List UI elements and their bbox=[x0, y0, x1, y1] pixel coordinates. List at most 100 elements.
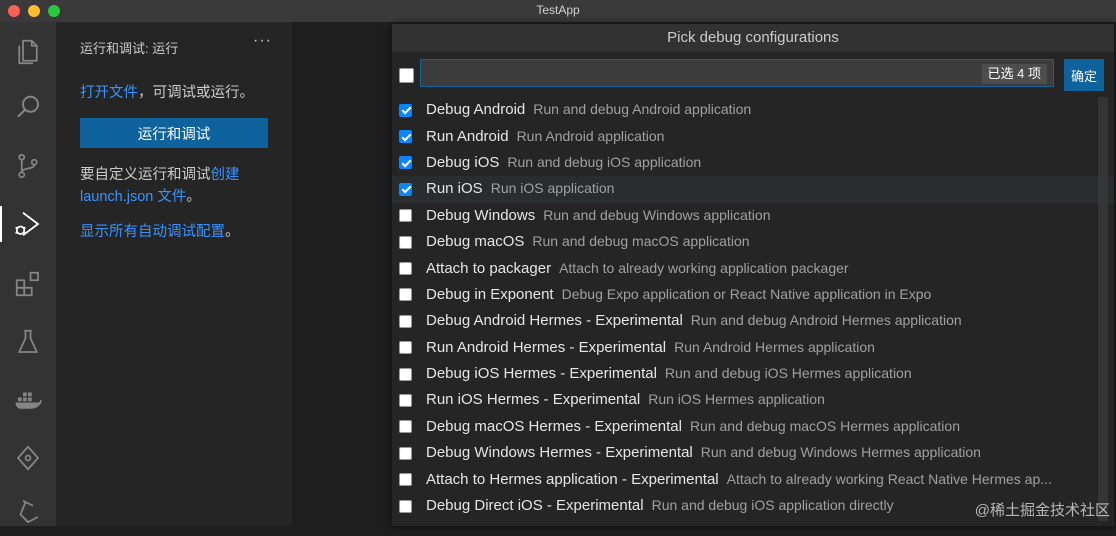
item-text: Debug Android Hermes - Experimental Run a… bbox=[426, 312, 1090, 330]
list-item[interactable]: Debug macOS Run and debug macOS applicati… bbox=[392, 229, 1114, 255]
item-text: Debug Windows Run and debug Windows appli… bbox=[426, 207, 1090, 225]
item-text: Run iOS Hermes - Experimental Run iOS Her… bbox=[426, 391, 1090, 409]
explorer-icon[interactable] bbox=[0, 28, 56, 76]
item-label: Debug Windows Hermes - Experimental bbox=[426, 444, 693, 462]
list-item[interactable]: Debug macOS Hermes - Experimental Run and… bbox=[392, 414, 1114, 440]
list-item[interactable]: Run Android Run Android application bbox=[392, 123, 1114, 149]
list-item[interactable]: Attach to packager Attach to already work… bbox=[392, 255, 1114, 281]
item-checkbox[interactable] bbox=[399, 103, 412, 117]
quick-pick: Pick debug configurations 已选 4 项 确定 Debu… bbox=[392, 24, 1114, 526]
quick-pick-title: Pick debug configurations bbox=[392, 24, 1114, 52]
item-text: Debug macOS Hermes - Experimental Run and… bbox=[426, 418, 1090, 436]
item-label: Debug macOS bbox=[426, 233, 525, 251]
item-text: Debug macOS Run and debug macOS applicati… bbox=[426, 233, 1090, 251]
item-description: Attach to already working React Native H… bbox=[726, 470, 1052, 487]
list-item[interactable]: Debug in Exponent Debug Expo application … bbox=[392, 282, 1114, 308]
item-checkbox[interactable] bbox=[399, 473, 412, 487]
item-checkbox[interactable] bbox=[399, 341, 412, 355]
watermark: @稀土掘金技术社区 bbox=[974, 502, 1110, 519]
item-description: Run and debug iOS application directly bbox=[651, 497, 894, 514]
item-checkbox[interactable] bbox=[399, 209, 412, 223]
item-description: Attach to already working application pa… bbox=[559, 259, 849, 276]
show-all-text: 显示所有自动调试配置。 bbox=[80, 224, 240, 240]
item-text: Run Android Hermes - Experimental Run And… bbox=[426, 339, 1090, 357]
item-label: Debug Android bbox=[426, 101, 526, 119]
item-description: Run Android Hermes application bbox=[674, 338, 875, 355]
list-item[interactable]: Debug Windows Hermes - Experimental Run a… bbox=[392, 440, 1114, 466]
item-label: Attach to packager bbox=[426, 259, 552, 277]
item-checkbox[interactable] bbox=[399, 182, 412, 196]
list-item[interactable]: Debug Android Run and debug Android appli… bbox=[392, 97, 1114, 123]
item-label: Run Android Hermes - Experimental bbox=[426, 338, 667, 356]
list-item[interactable]: Debug iOS Run and debug iOS application bbox=[392, 150, 1114, 176]
selected-count-badge: 已选 4 项 bbox=[981, 64, 1047, 84]
quick-pick-input[interactable]: 已选 4 项 bbox=[420, 59, 1054, 87]
item-description: Run and debug iOS Hermes application bbox=[664, 365, 912, 382]
item-checkbox[interactable] bbox=[399, 130, 412, 144]
gitlens-icon[interactable] bbox=[0, 434, 56, 482]
item-text: Run iOS Run iOS application bbox=[426, 180, 1090, 198]
item-text: Debug iOS Hermes - Experimental Run and d… bbox=[426, 365, 1090, 383]
list-item[interactable]: Run Android Hermes - Experimental Run And… bbox=[392, 335, 1114, 361]
list-item[interactable]: Run iOS Hermes - Experimental Run iOS Her… bbox=[392, 387, 1114, 413]
item-description: Run Android application bbox=[516, 127, 665, 144]
item-checkbox[interactable] bbox=[399, 156, 412, 170]
item-checkbox[interactable] bbox=[399, 288, 412, 302]
item-text: Debug in Exponent Debug Expo application … bbox=[426, 286, 1090, 304]
item-description: Run and debug macOS application bbox=[532, 233, 750, 250]
item-text: Run Android Run Android application bbox=[426, 128, 1090, 146]
item-description: Run iOS application bbox=[490, 180, 615, 197]
list-item[interactable]: Debug iOS Hermes - Experimental Run and d… bbox=[392, 361, 1114, 387]
item-label: Run iOS Hermes - Experimental bbox=[426, 391, 641, 409]
item-text: Attach to packager Attach to already work… bbox=[426, 260, 1090, 278]
item-text: Debug Windows Hermes - Experimental Run a… bbox=[426, 444, 1090, 462]
source-control-icon[interactable] bbox=[0, 142, 56, 190]
item-label: Debug in Exponent bbox=[426, 285, 554, 303]
item-description: Run and debug Windows Hermes application bbox=[700, 444, 981, 461]
search-icon[interactable] bbox=[0, 84, 56, 132]
testing-icon[interactable] bbox=[0, 318, 56, 366]
item-checkbox[interactable] bbox=[399, 262, 412, 276]
item-description: Run and debug Windows application bbox=[543, 206, 771, 223]
item-description: Run iOS Hermes application bbox=[648, 391, 825, 408]
item-checkbox[interactable] bbox=[399, 446, 412, 460]
list-item[interactable]: Debug Android Hermes - Experimental Run a… bbox=[392, 308, 1114, 334]
title-bar: TestApp bbox=[0, 0, 1116, 23]
ok-button[interactable]: 确定 bbox=[1064, 59, 1104, 91]
quick-pick-list: Debug Android Run and debug Android appli… bbox=[392, 97, 1114, 519]
list-scrollbar[interactable] bbox=[1098, 97, 1108, 521]
flask-icon[interactable] bbox=[0, 488, 56, 536]
item-checkbox[interactable] bbox=[399, 420, 412, 434]
list-item[interactable]: Run iOS Run iOS application bbox=[392, 176, 1114, 203]
item-checkbox[interactable] bbox=[399, 235, 412, 249]
select-all-checkbox[interactable] bbox=[399, 68, 414, 83]
activity-bar bbox=[0, 22, 56, 526]
list-item[interactable]: Attach to Hermes application - Experimen… bbox=[392, 466, 1114, 492]
docker-icon[interactable] bbox=[0, 376, 56, 424]
run-debug-sidebar: 运行和调试: 运行 ··· 打开文件，可调试或运行。 运行和调试 要自定义运行和… bbox=[56, 22, 292, 526]
open-file-text: 打开文件，可调试或运行。 bbox=[80, 85, 254, 101]
item-checkbox[interactable] bbox=[399, 499, 412, 513]
item-description: Run and debug macOS Hermes application bbox=[689, 417, 960, 434]
item-text: Debug iOS Run and debug iOS application bbox=[426, 154, 1090, 172]
item-text: Debug Android Run and debug Android appli… bbox=[426, 101, 1090, 119]
run-and-debug-button[interactable]: 运行和调试 bbox=[80, 118, 268, 148]
run-debug-icon[interactable] bbox=[0, 200, 56, 248]
window-title: TestApp bbox=[536, 3, 580, 17]
item-checkbox[interactable] bbox=[399, 367, 412, 381]
item-label: Debug iOS bbox=[426, 153, 500, 171]
item-checkbox[interactable] bbox=[399, 393, 412, 407]
item-label: Run iOS bbox=[426, 180, 483, 198]
more-actions-icon[interactable]: ··· bbox=[253, 32, 272, 50]
extensions-icon[interactable] bbox=[0, 260, 56, 308]
item-label: Debug Direct iOS - Experimental bbox=[426, 497, 644, 515]
item-label: Run Android bbox=[426, 127, 509, 145]
sidebar-title: 运行和调试: 运行 bbox=[80, 41, 179, 56]
item-text: Attach to Hermes application - Experimen… bbox=[426, 471, 1090, 489]
item-description: Run and debug Android application bbox=[533, 101, 752, 118]
show-all-configs-link[interactable]: 显示所有自动调试配置 bbox=[80, 224, 225, 240]
open-file-link[interactable]: 打开文件 bbox=[80, 85, 138, 101]
item-checkbox[interactable] bbox=[399, 314, 412, 328]
list-item[interactable]: Debug Windows Run and debug Windows appli… bbox=[392, 203, 1114, 229]
item-label: Debug Android Hermes - Experimental bbox=[426, 312, 683, 330]
